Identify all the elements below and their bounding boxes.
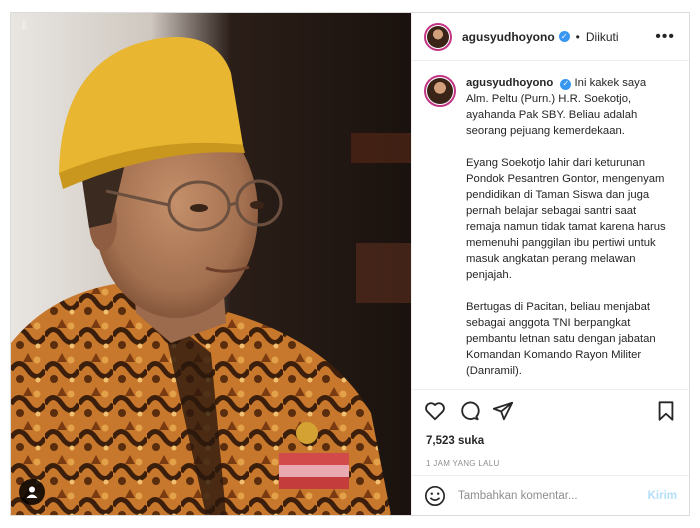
portrait-image bbox=[11, 13, 411, 515]
post-dialog: ⇩ agusyudhoyono ✓ • Diikuti ••• agusyudh… bbox=[10, 12, 690, 516]
post-comment-button[interactable]: Kirim bbox=[648, 490, 677, 502]
comment-input[interactable] bbox=[456, 488, 648, 503]
like-heart-icon[interactable] bbox=[424, 400, 446, 422]
caption-verified-badge-icon: ✓ bbox=[560, 78, 572, 90]
post-timestamp[interactable]: 1 JAM YANG LALU bbox=[412, 447, 689, 468]
author-username[interactable]: agusyudhoyono bbox=[462, 30, 555, 44]
more-dots-icon[interactable]: ••• bbox=[655, 28, 675, 46]
caption-paragraph-3: Bertugas di Pacitan, beliau menjabat seb… bbox=[466, 301, 656, 377]
comment-bubble-icon[interactable] bbox=[458, 400, 480, 422]
caption-author-avatar[interactable] bbox=[424, 75, 456, 107]
caption-paragraph-2: Eyang Soekotjo lahir dari keturunan Pond… bbox=[466, 157, 666, 281]
likes-count[interactable]: 7,523 suka bbox=[412, 431, 689, 447]
comment-box: Kirim bbox=[412, 475, 689, 515]
emoji-smiley-icon[interactable] bbox=[424, 485, 446, 507]
caption-username[interactable]: agusyudhoyono bbox=[466, 77, 553, 89]
tag-indicator-icon: ⇩ bbox=[19, 20, 29, 32]
separator-dot: • bbox=[575, 29, 580, 44]
tagged-users-button[interactable] bbox=[19, 479, 45, 505]
verified-badge-icon: ✓ bbox=[558, 31, 570, 42]
caption-text: agusyudhoyono ✓ Ini kakek saya Alm. Pelt… bbox=[466, 75, 671, 389]
bookmark-save-icon[interactable] bbox=[655, 400, 677, 422]
person-icon bbox=[26, 486, 38, 498]
post-photo[interactable]: ⇩ bbox=[11, 13, 411, 515]
share-paper-plane-icon[interactable] bbox=[492, 400, 514, 422]
action-bar bbox=[412, 389, 689, 431]
follow-status-button[interactable]: Diikuti bbox=[586, 30, 619, 44]
post-header: agusyudhoyono ✓ • Diikuti ••• bbox=[412, 13, 689, 61]
post-sidebar: agusyudhoyono ✓ • Diikuti ••• agusyudhoy… bbox=[411, 13, 689, 515]
caption-section: agusyudhoyono ✓ Ini kakek saya Alm. Pelt… bbox=[412, 61, 689, 389]
author-avatar[interactable] bbox=[424, 22, 452, 51]
